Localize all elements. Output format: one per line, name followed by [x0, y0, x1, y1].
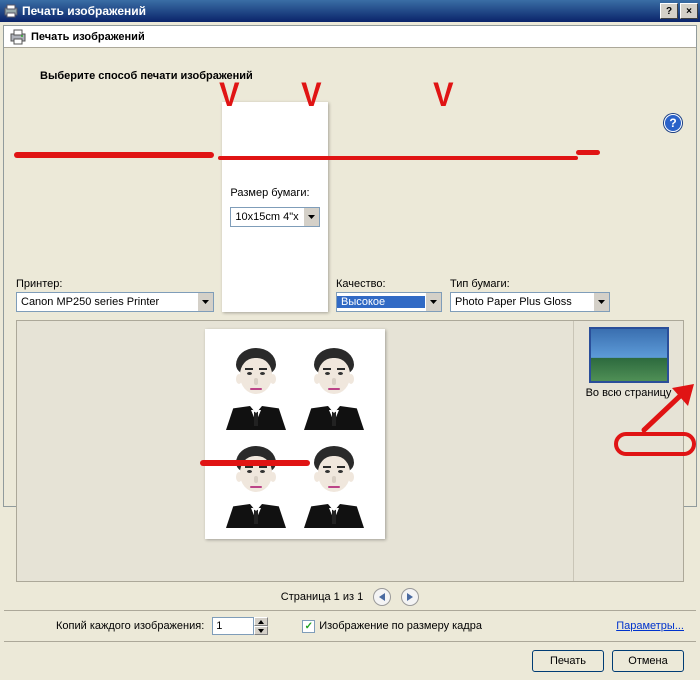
quality-value: Высокое: [337, 296, 425, 308]
window-title: Печать изображений: [22, 4, 658, 18]
dropdown-icon[interactable]: [303, 208, 319, 226]
fit-frame-checkbox[interactable]: ✓ Изображение по размеру кадра: [302, 620, 482, 633]
quality-combobox[interactable]: Высокое: [336, 292, 442, 312]
preview-page: [205, 329, 385, 539]
app-icon: [4, 4, 18, 18]
prev-page-button[interactable]: [373, 588, 391, 606]
parameters-link[interactable]: Параметры...: [616, 620, 684, 632]
paper-size-combobox[interactable]: 10x15cm 4"x: [230, 207, 319, 227]
layout-label: Во всю страницу: [586, 387, 672, 399]
layout-list: Во всю страницу: [573, 321, 683, 581]
copies-spinner[interactable]: [212, 617, 268, 635]
spin-up-icon[interactable]: [254, 617, 268, 626]
print-preview: [17, 321, 573, 581]
checkbox-icon: ✓: [302, 620, 315, 633]
next-page-button[interactable]: [401, 588, 419, 606]
wizard-header: Печать изображений: [4, 26, 696, 48]
quality-label: Качество:: [336, 278, 442, 290]
copies-label: Копий каждого изображения:: [56, 620, 204, 632]
instruction-text: Выберите способ печати изображений: [4, 48, 696, 96]
paper-type-value: Photo Paper Plus Gloss: [451, 296, 593, 308]
fit-frame-label: Изображение по размеру кадра: [319, 620, 482, 632]
printer-value: Canon MP250 series Printer: [17, 296, 197, 308]
photo-thumb: [221, 340, 291, 430]
pager-text: Страница 1 из 1: [281, 591, 363, 603]
paper-type-combobox[interactable]: Photo Paper Plus Gloss: [450, 292, 610, 312]
dropdown-icon[interactable]: [593, 293, 609, 311]
printer-label: Принтер:: [16, 278, 214, 290]
photo-thumb: [221, 438, 291, 528]
copies-input[interactable]: [212, 617, 254, 635]
help-button[interactable]: ?: [660, 3, 678, 19]
dropdown-icon[interactable]: [197, 293, 213, 311]
wizard-title: Печать изображений: [31, 31, 145, 43]
photo-thumb: [299, 438, 369, 528]
spin-down-icon[interactable]: [254, 626, 268, 635]
cancel-button[interactable]: Отмена: [612, 650, 684, 672]
close-button[interactable]: ×: [680, 3, 698, 19]
layout-thumb-fullpage[interactable]: [589, 327, 669, 383]
paper-type-label: Тип бумаги:: [450, 278, 610, 290]
dropdown-icon[interactable]: [425, 293, 441, 311]
title-bar: Печать изображений ? ×: [0, 0, 700, 22]
paper-size-value: 10x15cm 4"x: [231, 211, 302, 223]
print-button[interactable]: Печать: [532, 650, 604, 672]
printer-combobox[interactable]: Canon MP250 series Printer: [16, 292, 214, 312]
paper-size-label: Размер бумаги:: [230, 187, 319, 199]
options-help-button[interactable]: ?: [664, 114, 682, 132]
printer-icon: [10, 29, 26, 45]
photo-thumb: [299, 340, 369, 430]
